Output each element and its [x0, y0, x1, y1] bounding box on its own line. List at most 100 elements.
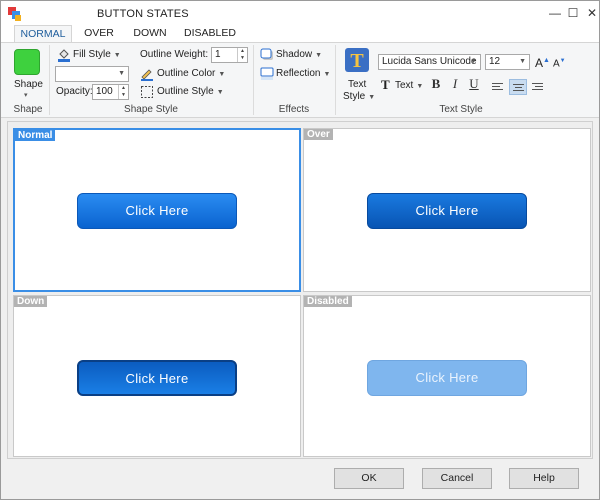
- panel-disabled[interactable]: Disabled Click Here: [303, 295, 591, 457]
- app-icon: [8, 7, 21, 21]
- align-center-icon-line: [515, 87, 522, 88]
- outline-color-dropdown[interactable]: Outline Color ▼: [157, 68, 225, 79]
- spinner-arrows-icon[interactable]: ▲ ▼: [118, 85, 128, 99]
- text-style-label-line2: Style ▼: [343, 91, 375, 102]
- maximize-icon[interactable]: ☐: [564, 5, 582, 21]
- align-right-icon-line: [532, 89, 543, 90]
- chevron-down-icon: ▼: [416, 83, 424, 90]
- shrink-font-icon: A: [553, 58, 560, 70]
- title-bar: BUTTON STATES — ☐ ✕: [1, 1, 599, 27]
- chevron-down-icon: ▼: [113, 52, 121, 59]
- outline-weight-stepper[interactable]: 1 ▲ ▼: [211, 47, 248, 63]
- group-divider: [253, 45, 254, 115]
- chevron-down-icon: ▼: [118, 70, 125, 77]
- font-family-value: Lucida Sans Unicode: [382, 56, 477, 67]
- fill-combo[interactable]: ▼: [55, 66, 129, 82]
- align-left-button[interactable]: [489, 79, 507, 95]
- font-size-select[interactable]: 12 ▼: [485, 54, 530, 70]
- help-button[interactable]: Help: [509, 468, 579, 489]
- pencil-icon: [141, 69, 153, 81]
- shadow-icon: [260, 48, 273, 60]
- panel-label: Down: [14, 296, 48, 307]
- align-right-icon-line: [535, 86, 543, 87]
- align-center-button[interactable]: [509, 79, 527, 95]
- minimize-icon[interactable]: —: [546, 5, 564, 21]
- opacity-value: 100: [96, 86, 113, 97]
- outline-color-label: Outline Color: [157, 68, 216, 79]
- opacity-label: Opacity:: [56, 86, 93, 97]
- tab-over[interactable]: OVER: [79, 25, 119, 43]
- grow-font-button[interactable]: A▲: [535, 56, 550, 70]
- tab-down[interactable]: DOWN: [127, 25, 173, 43]
- panel-label: Normal: [15, 130, 56, 141]
- preview-area: Normal Click Here Over Click Here Down C…: [7, 121, 593, 459]
- chevron-down-icon: ▼: [519, 58, 526, 65]
- disabled-state-button: Click Here: [367, 360, 527, 396]
- chevron-down-icon: ▼: [470, 58, 477, 65]
- align-right-button[interactable]: [529, 79, 547, 95]
- shadow-dropdown[interactable]: Shadow ▼: [276, 49, 322, 60]
- outline-style-dropdown[interactable]: Outline Style ▼: [157, 86, 224, 97]
- effects-group-label: Effects: [278, 104, 310, 115]
- align-left-icon-line: [492, 86, 500, 87]
- svg-text:T: T: [350, 50, 364, 72]
- spinner-arrows-icon[interactable]: ▲ ▼: [237, 48, 247, 62]
- font-family-select[interactable]: Lucida Sans Unicode ▼: [378, 54, 481, 70]
- down-state-button[interactable]: Click Here: [77, 360, 237, 396]
- align-left-icon: [492, 83, 503, 84]
- window-title: BUTTON STATES: [97, 8, 189, 20]
- panel-normal[interactable]: Normal Click Here: [13, 128, 301, 292]
- panel-label: Disabled: [304, 296, 352, 307]
- panel-label: Over: [304, 129, 333, 140]
- shape-button[interactable]: Shape ▾: [9, 43, 47, 103]
- chevron-down-icon: ▾: [24, 92, 28, 99]
- normal-state-button[interactable]: Click Here: [77, 193, 237, 229]
- shape-swatch: [14, 49, 40, 75]
- chevron-down-icon: ▼: [216, 89, 224, 96]
- chevron-down-icon: ▼: [218, 71, 226, 78]
- shape-group-label: Shape: [13, 104, 43, 115]
- reflection-label: Reflection: [276, 68, 321, 79]
- text-style-button[interactable]: T Text Style ▼: [340, 45, 375, 103]
- outline-weight-value: 1: [215, 49, 221, 60]
- close-icon[interactable]: ✕: [583, 5, 600, 21]
- chevron-down-icon: ▼: [368, 94, 376, 101]
- shape-button-label: Shape: [14, 79, 43, 90]
- over-state-button[interactable]: Click Here: [367, 193, 527, 229]
- shape-style-group-label: Shape Style: [124, 104, 178, 115]
- text-color-icon: T: [381, 77, 390, 92]
- opacity-stepper[interactable]: 100 ▲ ▼: [92, 84, 129, 100]
- group-divider: [49, 45, 50, 115]
- panel-down[interactable]: Down Click Here: [13, 295, 301, 457]
- text-style-icon: T: [345, 48, 369, 72]
- text-style-group-label: Text Style: [439, 104, 483, 115]
- align-center-icon-line: [513, 90, 524, 91]
- reflection-icon: [260, 67, 274, 80]
- chevron-down-icon: ▼: [323, 71, 331, 78]
- dashed-outline-icon: [141, 86, 153, 98]
- ribbon-tabs: NORMAL OVER DOWN DISABLED: [1, 25, 599, 43]
- align-right-icon: [532, 83, 543, 84]
- underline-button[interactable]: U: [466, 76, 482, 92]
- panel-over[interactable]: Over Click Here: [303, 128, 591, 292]
- shrink-font-button[interactable]: A▼: [553, 58, 566, 69]
- text-dropdown-label: Text: [395, 80, 414, 91]
- tab-normal[interactable]: NORMAL: [14, 25, 72, 43]
- reflection-dropdown[interactable]: Reflection ▼: [276, 68, 330, 79]
- text-style-label-line2-text: Style: [343, 91, 366, 102]
- italic-button[interactable]: I: [447, 76, 463, 92]
- button-states-dialog: BUTTON STATES — ☐ ✕ NORMAL OVER DOWN DIS…: [0, 0, 600, 500]
- fill-style-dropdown[interactable]: Fill Style ▼: [73, 49, 121, 60]
- group-divider: [335, 45, 336, 115]
- shadow-label: Shadow: [276, 49, 313, 60]
- bold-button[interactable]: B: [428, 76, 444, 92]
- outline-style-label: Outline Style: [157, 86, 214, 97]
- grow-font-icon: A: [535, 56, 544, 70]
- outline-weight-label: Outline Weight:: [140, 49, 209, 60]
- ok-button[interactable]: OK: [334, 468, 404, 489]
- tab-disabled[interactable]: DISABLED: [181, 25, 239, 43]
- paint-bucket-icon: [58, 49, 70, 62]
- text-dropdown[interactable]: Text ▼: [395, 80, 423, 91]
- text-style-label-line1: Text: [348, 79, 367, 90]
- cancel-button[interactable]: Cancel: [422, 468, 492, 489]
